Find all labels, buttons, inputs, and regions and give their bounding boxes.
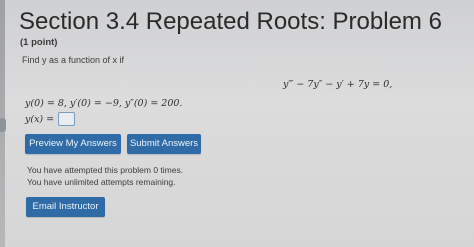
points-label: (1 point): [20, 37, 58, 48]
answer-label: y(x) =: [25, 113, 55, 125]
differential-equation: y‴ − 7y″ − y′ + 7y = 0,: [283, 79, 393, 90]
preview-answers-button[interactable]: Preview My Answers: [25, 134, 121, 154]
page-title: Section 3.4 Repeated Roots: Problem 6: [19, 8, 442, 35]
attempts-remaining-status: You have unlimited attempts remaining.: [27, 177, 176, 187]
sidebar-toggle-tab[interactable]: [0, 118, 6, 132]
submit-answers-button[interactable]: Submit Answers: [127, 134, 201, 154]
answer-input[interactable]: [58, 112, 76, 126]
answer-row: y(x) =: [25, 111, 76, 127]
initial-conditions: y(0) = 8, y′(0) = −9, y″(0) = 200.: [25, 98, 183, 109]
email-instructor-button[interactable]: Email Instructor: [26, 197, 105, 217]
problem-prompt: Find y as a function of x if: [22, 55, 125, 65]
attempts-status: You have attempted this problem 0 times.: [27, 165, 184, 175]
